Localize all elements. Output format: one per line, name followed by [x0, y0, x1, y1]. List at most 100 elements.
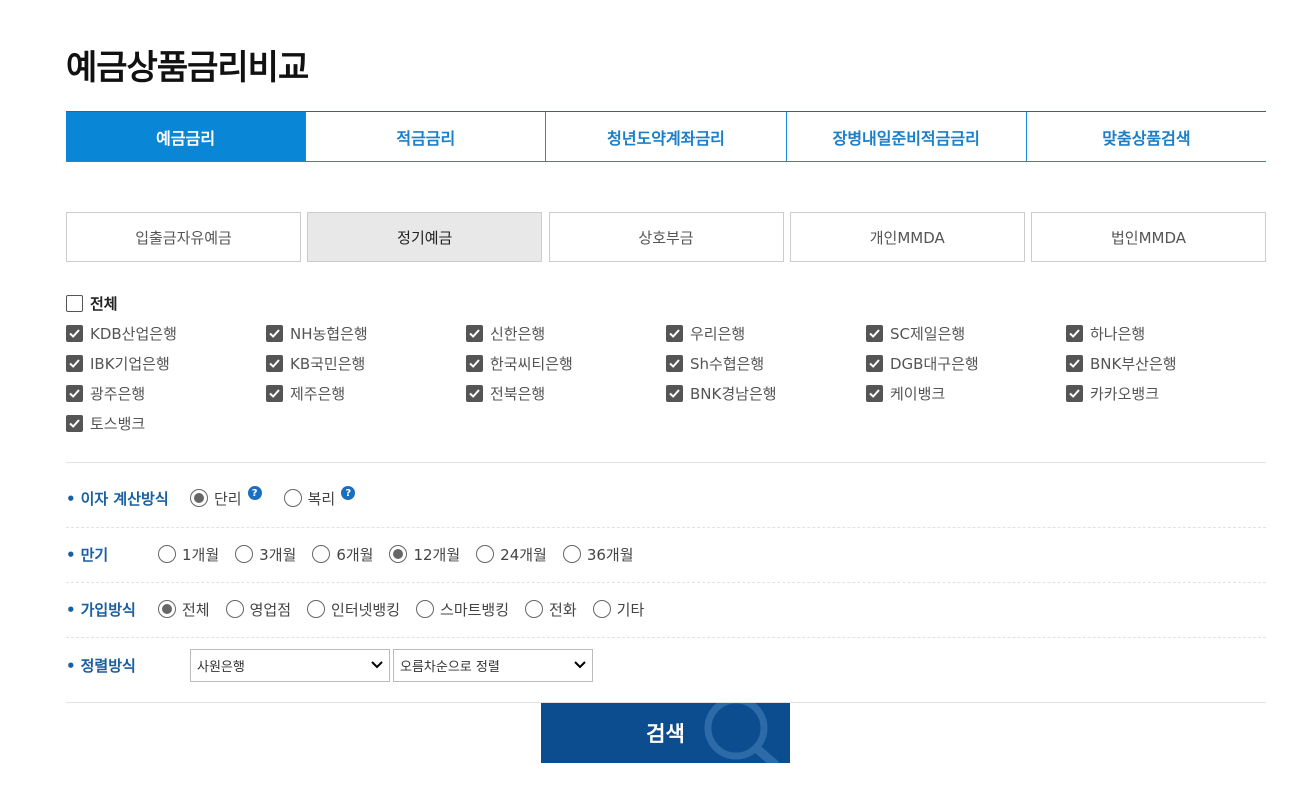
sub-tabs: 입출금자유예금 정기예금 상호부금 개인MMDA 법인MMDA	[66, 212, 1266, 262]
main-tab-4[interactable]: 맞춤상품검색	[1025, 112, 1267, 161]
sub-tab-1[interactable]: 정기예금	[307, 212, 543, 262]
bank-checkbox-item[interactable]: 제주은행	[266, 383, 466, 403]
bank-checkbox-item[interactable]: SC제일은행	[866, 323, 1066, 343]
sub-tab-0[interactable]: 입출금자유예금	[66, 212, 301, 262]
sort-bank-value: 사원은행	[197, 660, 245, 675]
join-method-option[interactable]: 전체	[158, 599, 210, 620]
bank-label: 전북은행	[490, 384, 546, 403]
check-icon	[1066, 384, 1083, 402]
bank-checkbox-item[interactable]: Sh수협은행	[666, 353, 866, 373]
bank-label: 하나은행	[1090, 324, 1146, 343]
bank-checkbox-item[interactable]: 신한은행	[466, 323, 666, 343]
term-row: 만기 1개월 3개월 6개월 12개월 24개월 36개월	[66, 542, 650, 566]
term-option[interactable]: 3개월	[235, 544, 296, 565]
interest-method-option[interactable]: 복리?	[283, 486, 356, 509]
sort-label: 정렬방식	[66, 655, 190, 676]
bank-label: 카카오뱅크	[1090, 384, 1160, 403]
sort-bank-select[interactable]: 사원은행	[190, 649, 390, 682]
bank-label: 한국씨티은행	[490, 354, 573, 373]
bank-checkbox-item[interactable]: 광주은행	[66, 383, 266, 403]
bank-label: NH농협은행	[290, 324, 368, 343]
sub-tab-2[interactable]: 상호부금	[548, 212, 784, 262]
bank-checkbox-item[interactable]: 전북은행	[466, 383, 666, 403]
bank-checkbox-grid: KDB산업은행 NH농협은행 신한은행 우리은행 SC제일은행 하나은행 IBK기업은행 KB…	[66, 323, 1266, 443]
question-circle-icon[interactable]: ?	[247, 486, 262, 500]
sub-tab-4[interactable]: 법인MMDA	[1031, 212, 1266, 262]
term-option[interactable]: 1개월	[158, 544, 219, 565]
sort-order-select[interactable]: 오름차순으로 정렬	[393, 649, 593, 682]
chevron-down-icon	[574, 658, 586, 673]
option-label: 6개월	[336, 545, 374, 564]
option-label: 1개월	[182, 545, 220, 564]
bank-checkbox-item[interactable]: 케이뱅크	[866, 383, 1066, 403]
divider	[66, 527, 1266, 528]
bank-label: Sh수협은행	[690, 354, 765, 373]
radio-icon	[416, 600, 435, 618]
bank-checkbox-item[interactable]: NH농협은행	[266, 323, 466, 343]
bank-label: KB국민은행	[290, 354, 366, 373]
check-icon	[66, 354, 83, 372]
term-option[interactable]: 24개월	[476, 544, 547, 565]
radio-icon	[389, 545, 408, 563]
option-label: 기타	[616, 600, 645, 619]
main-tab-0[interactable]: 예금금리	[66, 112, 306, 161]
check-icon	[466, 324, 483, 342]
select-all-checkbox[interactable]: 전체	[66, 293, 118, 314]
bank-checkbox-item[interactable]: KB국민은행	[266, 353, 466, 373]
join-method-option[interactable]: 전화	[525, 599, 577, 620]
term-option[interactable]: 36개월	[562, 544, 634, 565]
radio-icon	[225, 600, 244, 618]
bank-checkbox-item[interactable]: 한국씨티은행	[466, 353, 666, 373]
join-method-label: 가입방식	[66, 599, 158, 620]
term-option[interactable]: 6개월	[312, 544, 373, 565]
join-method-option[interactable]: 영업점	[225, 599, 291, 620]
option-label: 3개월	[259, 545, 297, 564]
radio-icon	[312, 545, 331, 563]
radio-icon	[307, 600, 326, 618]
term-option[interactable]: 12개월	[389, 544, 460, 565]
chevron-down-icon	[371, 658, 383, 673]
divider	[66, 582, 1266, 583]
bank-label: 제주은행	[290, 384, 346, 403]
bank-checkbox-item[interactable]: 우리은행	[666, 323, 866, 343]
radio-icon	[283, 489, 302, 507]
bank-checkbox-item[interactable]: BNK부산은행	[1066, 353, 1266, 373]
sort-row: 정렬방식 사원은행 오름차순으로 정렬	[66, 649, 593, 682]
option-label: 12개월	[413, 545, 461, 564]
check-icon	[866, 354, 883, 372]
radio-icon	[592, 600, 611, 618]
page-title: 예금상품금리비교	[66, 48, 309, 88]
check-icon	[1066, 324, 1083, 342]
bank-checkbox-item[interactable]: 토스뱅크	[66, 413, 266, 433]
bank-checkbox-item[interactable]: IBK기업은행	[66, 353, 266, 373]
bank-label: KDB산업은행	[90, 324, 177, 343]
check-icon	[266, 384, 283, 402]
sub-tab-3[interactable]: 개인MMDA	[789, 212, 1025, 262]
bank-checkbox-item[interactable]: 카카오뱅크	[1066, 383, 1266, 403]
divider	[66, 462, 1266, 463]
term-label: 만기	[66, 544, 158, 565]
bank-checkbox-item[interactable]: DGB대구은행	[866, 353, 1066, 373]
main-tab-2[interactable]: 청년도약계좌금리	[545, 112, 786, 161]
bank-label: 신한은행	[490, 324, 546, 343]
question-circle-icon[interactable]: ?	[341, 486, 356, 500]
search-button[interactable]: 검색	[541, 703, 790, 763]
join-method-option[interactable]: 기타	[592, 599, 645, 620]
bank-checkbox-item[interactable]: KDB산업은행	[66, 323, 266, 343]
bank-checkbox-item[interactable]: BNK경남은행	[666, 383, 866, 403]
bank-label: BNK부산은행	[1090, 354, 1177, 373]
main-tab-1[interactable]: 적금금리	[305, 112, 546, 161]
interest-method-option[interactable]: 단리?	[190, 486, 262, 509]
check-icon	[66, 324, 83, 342]
check-icon	[866, 384, 883, 402]
option-label: 24개월	[500, 545, 547, 564]
join-method-option[interactable]: 인터넷뱅킹	[307, 599, 400, 620]
radio-icon	[190, 489, 208, 507]
main-tab-3[interactable]: 장병내일준비적금금리	[785, 112, 1026, 161]
radio-icon	[476, 545, 495, 563]
check-icon	[666, 324, 683, 342]
bank-checkbox-item[interactable]: 하나은행	[1066, 323, 1266, 343]
check-icon	[666, 354, 683, 372]
join-method-option[interactable]: 스마트뱅킹	[416, 599, 509, 620]
radio-icon	[235, 545, 254, 563]
